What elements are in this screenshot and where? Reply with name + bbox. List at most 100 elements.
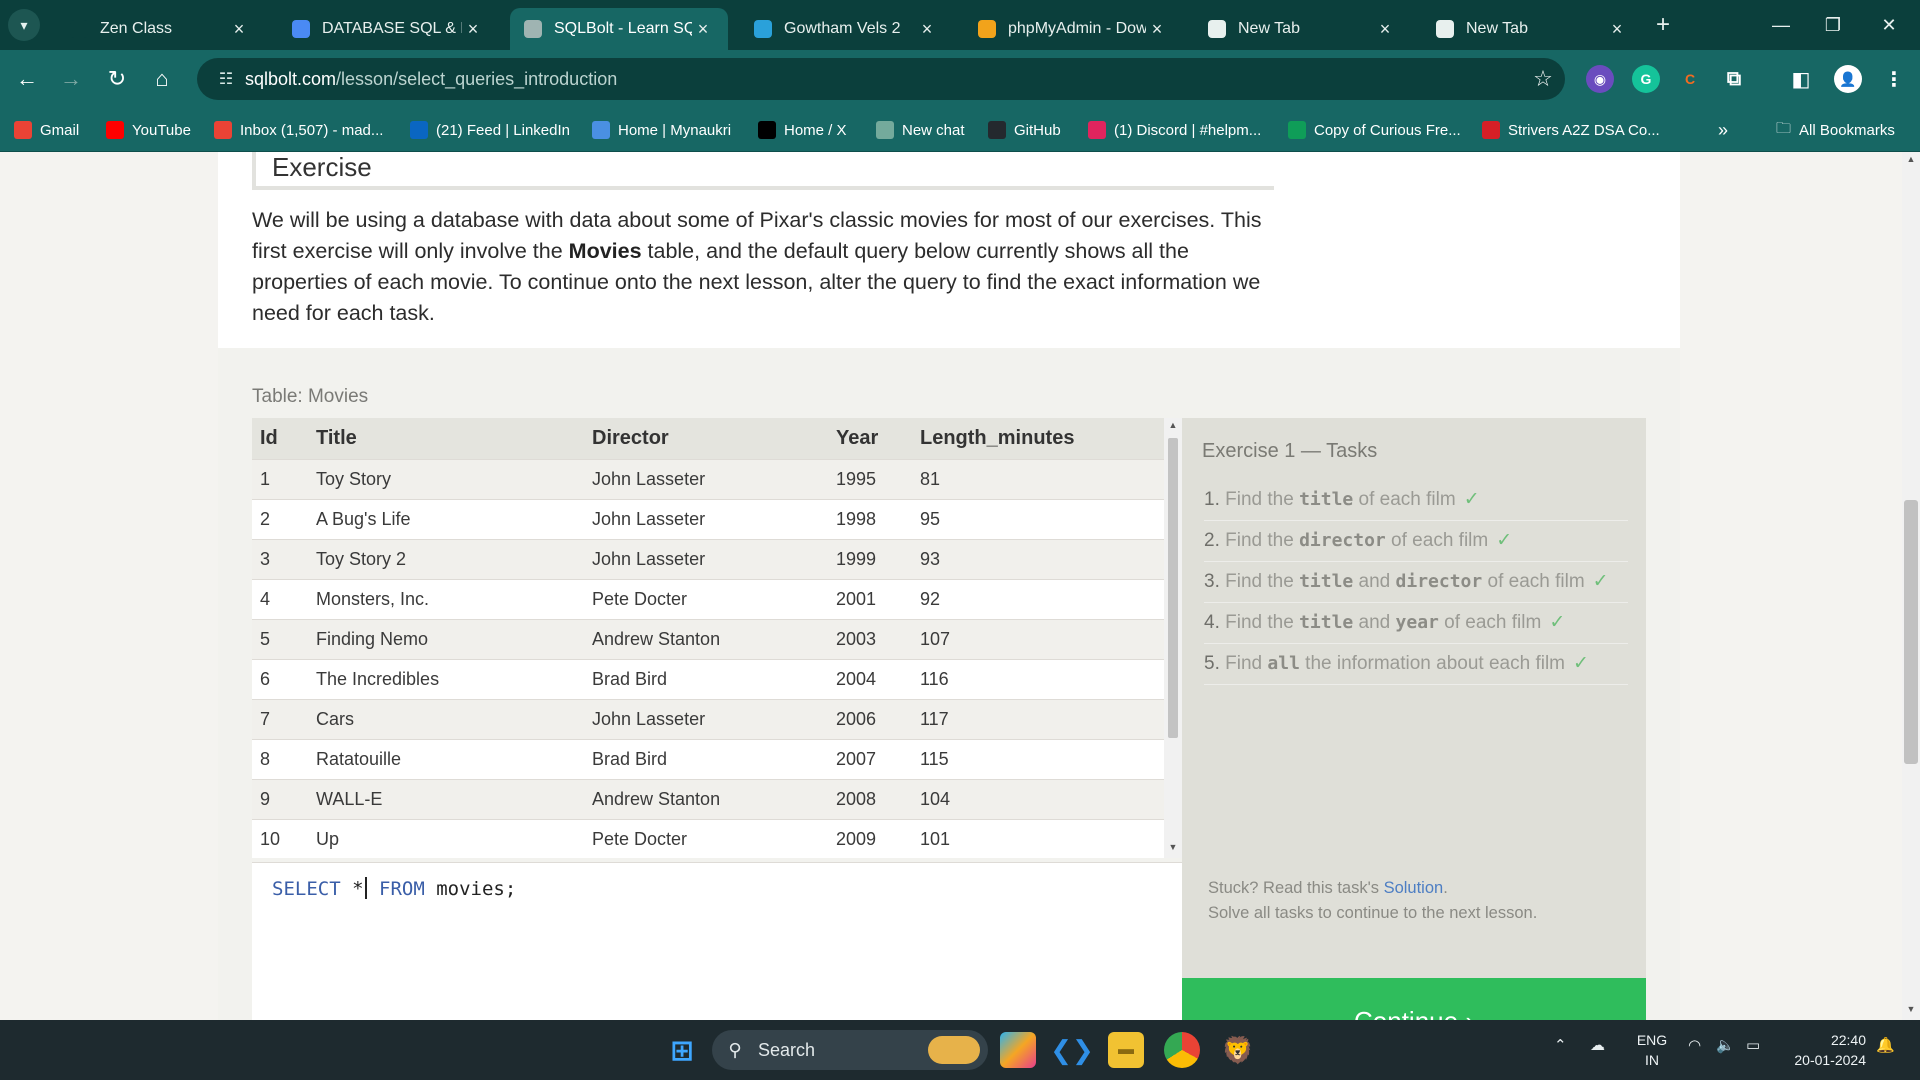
column-header[interactable]: Title — [308, 418, 584, 459]
close-window-button[interactable]: ✕ — [1866, 8, 1912, 42]
wifi-icon[interactable]: ◠ — [1688, 1036, 1701, 1054]
forward-button[interactable]: → — [54, 62, 88, 96]
bookmark-5[interactable]: Home | Mynaukri — [592, 118, 731, 142]
all-bookmarks-button[interactable]: 🗀 All Bookmarks — [1776, 118, 1895, 142]
continue-button[interactable]: Continue › — [1182, 978, 1646, 1020]
results-table-container[interactable]: Id Title Director Year Length_minutes 1 Toy S… — [252, 418, 1182, 858]
brave-icon[interactable]: 🦁 — [1220, 1032, 1256, 1068]
column-header[interactable]: Id — [252, 418, 308, 459]
page-scrollbar[interactable]: ▲ ▼ — [1902, 152, 1920, 1020]
tab-close-icon[interactable]: × — [1606, 19, 1628, 40]
solution-link[interactable]: Solution — [1384, 879, 1444, 897]
browser-toolbar: ← → ↻ ⌂ ☷ sqlbolt.com/lesson/select_quer… — [0, 50, 1920, 108]
table-cell: 2008 — [828, 778, 912, 819]
bookmark-2[interactable]: YouTube — [106, 118, 191, 142]
file-explorer-icon[interactable]: ▬ — [1108, 1032, 1144, 1068]
site-info-icon[interactable]: ☷ — [207, 69, 245, 89]
tray-chevron-up-icon[interactable]: ⌃ — [1554, 1036, 1567, 1054]
page-scroll-up-icon[interactable]: ▲ — [1902, 154, 1920, 164]
tab-close-icon[interactable]: × — [1146, 19, 1168, 40]
table-cell: 4 — [252, 578, 308, 619]
bookmark-label: Home / X — [784, 121, 847, 139]
bookmark-star-icon[interactable]: ☆ — [1521, 66, 1565, 92]
bookmark-label: Strivers A2Z DSA Co... — [1508, 121, 1660, 139]
column-header[interactable]: Length_minutes — [912, 418, 1164, 459]
bookmark-4[interactable]: (21) Feed | LinkedIn — [410, 118, 570, 142]
task-item: 2. Find the director of each film ✓ — [1204, 521, 1628, 562]
bookmark-3[interactable]: Inbox (1,507) - mad... — [214, 118, 383, 142]
menu-kebab-icon[interactable]: ⋮ — [1880, 65, 1908, 93]
stuck-line: Stuck? Read this task's Solution. — [1208, 876, 1537, 901]
tab-title: SQLBolt - Learn SQL — [554, 20, 692, 37]
discord-icon — [1088, 121, 1106, 139]
sql-query[interactable]: SELECT * FROM movies; — [272, 877, 516, 900]
search-highlight-icon — [928, 1036, 980, 1064]
tab-2[interactable]: DATABASE SQL & NC× — [278, 8, 498, 50]
table-scrollbar[interactable]: ▲ ▼ — [1164, 418, 1182, 858]
extension-shield-icon[interactable]: ◉ — [1586, 65, 1614, 93]
tab-1[interactable]: Zen Class × — [56, 8, 264, 50]
volume-icon[interactable]: 🔈 — [1716, 1036, 1735, 1054]
column-header[interactable]: Year — [828, 418, 912, 459]
copilot-icon[interactable] — [1000, 1032, 1036, 1068]
tab-3[interactable]: SQLBolt - Learn SQL × — [510, 8, 728, 50]
tab-close-icon[interactable]: × — [1374, 19, 1396, 40]
table-cell: 81 — [912, 458, 1164, 499]
url-text[interactable]: sqlbolt.com/lesson/select_queries_introd… — [245, 69, 1521, 90]
scroll-down-icon[interactable]: ▼ — [1164, 842, 1182, 852]
bookmark-1[interactable]: Gmail — [14, 118, 79, 142]
system-clock[interactable]: 22:40 20-01-2024 — [1780, 1030, 1866, 1070]
restore-button[interactable]: ❐ — [1810, 8, 1856, 42]
taskbar-search[interactable]: ⚲ Search — [712, 1030, 988, 1070]
onedrive-icon[interactable]: ☁ — [1590, 1036, 1605, 1054]
bookmarks-overflow-icon[interactable]: » — [1718, 118, 1728, 142]
vscode-icon[interactable]: ❮❯ — [1050, 1032, 1094, 1068]
page-scrollbar-thumb[interactable] — [1904, 500, 1918, 764]
address-bar[interactable]: ☷ sqlbolt.com/lesson/select_queries_intr… — [197, 58, 1565, 100]
windows-start-icon[interactable]: ⊞ — [664, 1032, 700, 1068]
reload-button[interactable]: ↻ — [100, 62, 134, 96]
lesson-article: Exercise We will be using a database wit… — [218, 152, 1680, 1020]
tab-7[interactable]: New Tab × — [1422, 8, 1642, 50]
minimize-button[interactable]: — — [1758, 8, 1804, 42]
chrome-taskbar-icon[interactable] — [1164, 1032, 1200, 1068]
bookmark-7[interactable]: New chat — [876, 118, 965, 142]
tab-close-icon[interactable]: × — [462, 19, 484, 40]
bookmark-6[interactable]: Home / X — [758, 118, 847, 142]
bookmark-10[interactable]: Copy of Curious Fre... — [1288, 118, 1461, 142]
side-panel-icon[interactable]: ◧ — [1787, 65, 1815, 93]
page-scroll-down-icon[interactable]: ▼ — [1902, 1004, 1920, 1014]
home-button[interactable]: ⌂ — [145, 62, 179, 96]
table-cell: 104 — [912, 778, 1164, 819]
bookmark-label: (1) Discord | #helpm... — [1114, 121, 1262, 139]
tab-close-icon[interactable]: × — [692, 19, 714, 40]
extensions-puzzle-icon[interactable]: ⧉ — [1720, 65, 1748, 93]
sql-editor[interactable]: SELECT * FROM movies; — [252, 862, 1182, 1020]
language-indicator[interactable]: ENG IN — [1636, 1030, 1668, 1070]
tab-5[interactable]: phpMyAdmin - Dow × — [964, 8, 1182, 50]
profile-avatar[interactable]: 👤 — [1834, 65, 1862, 93]
battery-icon[interactable]: ▭ — [1746, 1036, 1760, 1054]
tab-6[interactable]: New Tab × — [1194, 8, 1410, 50]
new-tab-button[interactable]: + — [1648, 10, 1678, 40]
grammarly-icon[interactable]: G — [1632, 65, 1660, 93]
tab-4[interactable]: Gowtham Vels 2 × — [740, 8, 952, 50]
notification-bell-icon[interactable]: 🔔 — [1876, 1036, 1895, 1054]
task-list: 1. Find the title of each film ✓ 2. Find t… — [1204, 480, 1628, 685]
scroll-up-icon[interactable]: ▲ — [1164, 420, 1182, 430]
tab-search-button[interactable]: ▾ — [8, 9, 40, 41]
windows-taskbar: ⊞ ⚲ Search ❮❯ ▬ 🦁 ⌃ ☁ ENG IN ◠ 🔈 ▭ 22:40… — [0, 1020, 1920, 1080]
bookmark-8[interactable]: GitHub — [988, 118, 1061, 142]
column-header[interactable]: Director — [584, 418, 828, 459]
tab-close-icon[interactable]: × — [228, 19, 250, 40]
search-icon: ⚲ — [728, 1039, 742, 1060]
task-column-keyword: director — [1299, 530, 1386, 551]
table-cell: 93 — [912, 538, 1164, 579]
table-row: 7 Cars John Lasseter 2006 117 — [252, 698, 1164, 739]
back-button[interactable]: ← — [10, 62, 44, 96]
bookmark-9[interactable]: (1) Discord | #helpm... — [1088, 118, 1261, 142]
codechef-extension-icon[interactable]: C — [1676, 65, 1704, 93]
tab-close-icon[interactable]: × — [916, 19, 938, 40]
bookmark-11[interactable]: Strivers A2Z DSA Co... — [1482, 118, 1660, 142]
table-scrollbar-thumb[interactable] — [1168, 438, 1178, 738]
